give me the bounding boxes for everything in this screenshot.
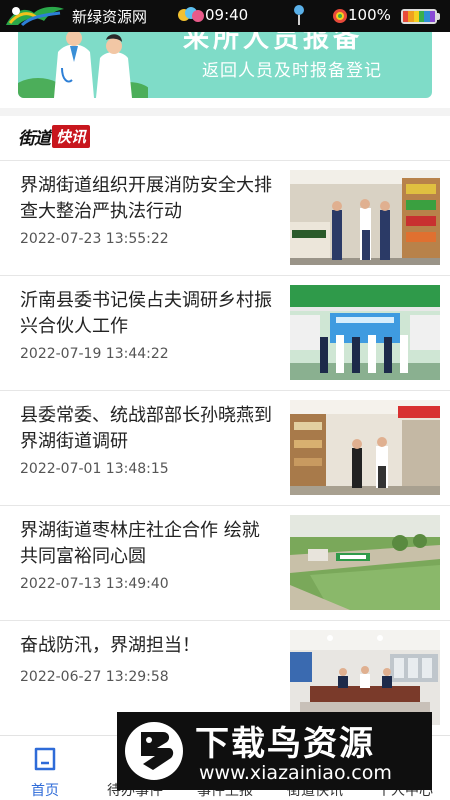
nav-home[interactable]: 首页: [0, 736, 90, 800]
news-item[interactable]: 界湖街道组织开展消防安全大排查大整治严执法行动 2022-07-23 13:55…: [0, 160, 450, 275]
balloons-icon: [178, 7, 204, 22]
news-item[interactable]: 县委常委、统战部部长孙晓燕到界湖街道调研 2022-07-01 13:48:15: [0, 390, 450, 505]
bird-logo-icon: [125, 722, 183, 780]
store-inspection-photo: [290, 170, 440, 265]
map-pin-icon: [294, 5, 304, 25]
watermark-url: www.xiazainiao.com: [199, 762, 392, 784]
meeting-room-photo: [290, 630, 440, 725]
news-title: 奋战防汛，界湖担当！: [20, 635, 200, 656]
section-badge: 快讯: [52, 124, 91, 148]
news-title: 沂南县委书记侯占夫调研乡村振兴合伙人工作: [20, 290, 272, 337]
exhibition-hall-photo: [290, 285, 440, 380]
news-title: 界湖街道枣林庄社企合作 绘就共同富裕同心圆: [20, 520, 260, 567]
news-thumbnail: [290, 400, 440, 495]
gem-icon: [333, 9, 347, 23]
watermark-brand: 下载鸟资源: [195, 724, 375, 764]
news-title: 县委常委、统战部部长孙晓燕到界湖街道调研: [20, 405, 272, 452]
shop-visit-photo: [290, 400, 440, 495]
news-thumbnail: [290, 170, 440, 265]
battery-level: 100%: [348, 6, 391, 24]
news-list: 界湖街道组织开展消防安全大排查大整治严执法行动 2022-07-23 13:55…: [0, 160, 450, 735]
nav-label: 首页: [31, 783, 59, 799]
doctor-illustration-icon: [18, 32, 148, 98]
watermark-overlay: 下载鸟资源 www.xiazainiao.com: [117, 712, 432, 790]
site-name: 新绿资源网: [72, 8, 148, 26]
news-date: 2022-07-13 13:49:40: [20, 576, 169, 592]
news-thumbnail: [290, 515, 440, 610]
news-date: 2022-06-27 13:29:58: [20, 669, 169, 685]
news-date: 2022-07-23 13:55:22: [20, 231, 169, 247]
news-thumbnail: [290, 285, 440, 380]
news-title: 界湖街道组织开展消防安全大排查大整治严执法行动: [20, 175, 272, 222]
section-divider: [0, 108, 450, 116]
section-header: 街道 快讯: [18, 124, 91, 149]
farm-aerial-photo: [290, 515, 440, 610]
banner-title: 来所人员报备: [183, 32, 364, 54]
battery-icon: [401, 9, 437, 24]
battery-tip: [437, 13, 440, 20]
news-item[interactable]: 界湖街道枣林庄社企合作 绘就共同富裕同心圆 2022-07-13 13:49:4…: [0, 505, 450, 620]
report-banner[interactable]: 来所人员报备 返回人员及时报备登记: [18, 32, 432, 98]
news-thumbnail: [290, 630, 440, 725]
news-date: 2022-07-01 13:48:15: [20, 461, 169, 477]
banner-subtitle: 返回人员及时报备登记: [202, 61, 382, 81]
section-name: 街道: [18, 128, 51, 149]
horse-logo-icon: [6, 6, 64, 27]
news-date: 2022-07-19 13:44:22: [20, 346, 169, 362]
home-icon: [34, 747, 56, 771]
status-bar: 新绿资源网 09:40 100%: [0, 0, 450, 32]
news-item[interactable]: 沂南县委书记侯占夫调研乡村振兴合伙人工作 2022-07-19 13:44:22: [0, 275, 450, 390]
clock-time: 09:40: [205, 6, 249, 24]
